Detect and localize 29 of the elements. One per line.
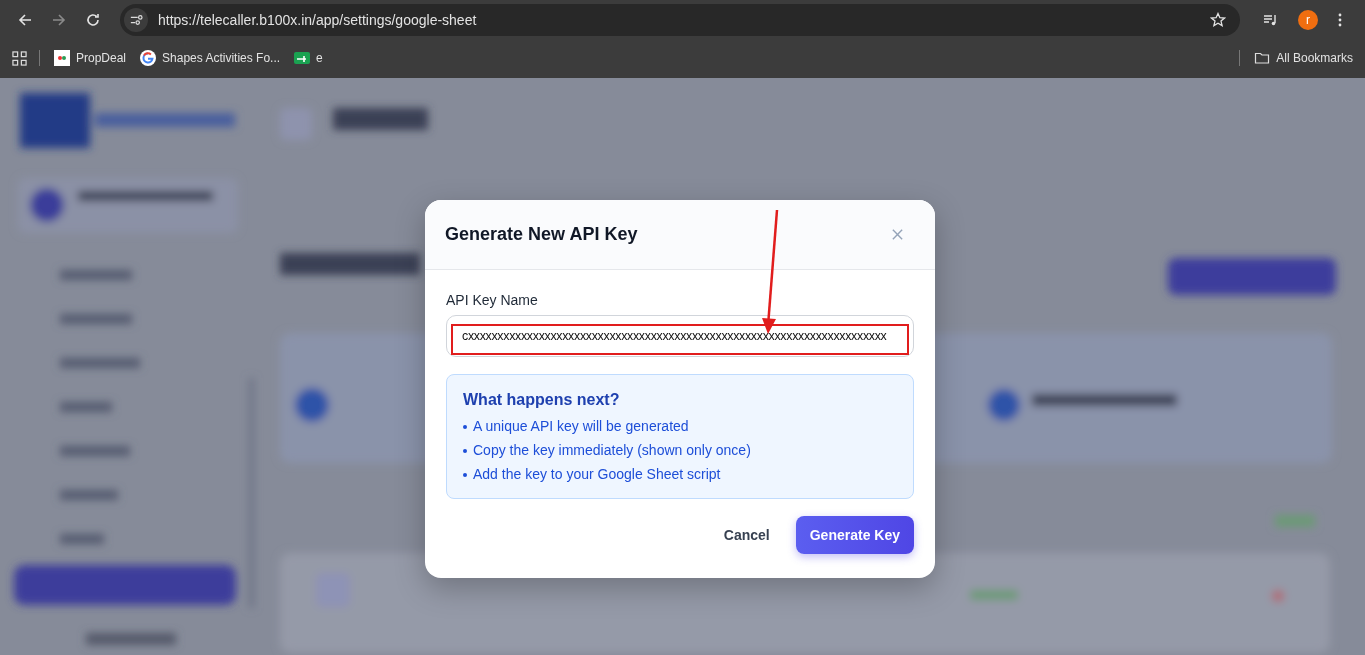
generate-button[interactable]: Generate Key	[795, 516, 914, 554]
info-text: Copy the key immediately (shown only once)	[473, 441, 751, 460]
cancel-button[interactable]: Cancel	[705, 516, 788, 554]
address-bar[interactable]: https://telecaller.b100x.in/app/settings/google-sheet	[120, 4, 1240, 36]
media-icon[interactable]	[1263, 12, 1279, 28]
bookmark-favicon	[294, 50, 311, 66]
bookmark-folder[interactable]: All Bookmarks	[1254, 50, 1353, 66]
folder-icon	[1254, 50, 1271, 66]
star-icon[interactable]	[1210, 12, 1226, 28]
site-settings-icon[interactable]	[124, 8, 148, 32]
info-title: What happens next?	[463, 391, 620, 409]
bookmark[interactable]: e	[294, 50, 323, 66]
field-label: API Key Name	[446, 292, 538, 308]
info-text: A unique API key will be generated	[473, 417, 689, 436]
back-icon[interactable]	[17, 12, 33, 28]
bullet-icon	[463, 424, 467, 429]
url-text[interactable]: https://telecaller.b100x.in/app/settings/google-sheet	[158, 12, 1210, 28]
apps-icon[interactable]	[12, 50, 27, 66]
google-icon	[140, 50, 157, 66]
forward-icon[interactable]	[51, 12, 67, 28]
bookmark[interactable]: Shapes Activities Fo...	[140, 50, 281, 66]
bookmark-favicon	[54, 50, 70, 66]
bullet-icon	[463, 448, 467, 453]
dialog-title: Generate New API Key	[445, 224, 638, 245]
bullet-icon	[463, 472, 467, 477]
bookmark[interactable]: PropDeal	[54, 50, 127, 66]
reload-icon[interactable]	[85, 12, 101, 28]
api-key-name-field[interactable]: cxxxxxxxxxxxxxxxxxxxxxxxxxxxxxxxxxxxxxxxxxxxxxxxxxxxxxxxxxxxxxxxxxxxxxxx	[446, 315, 914, 357]
info-text: Add the key to your Google Sheet script	[473, 465, 721, 484]
